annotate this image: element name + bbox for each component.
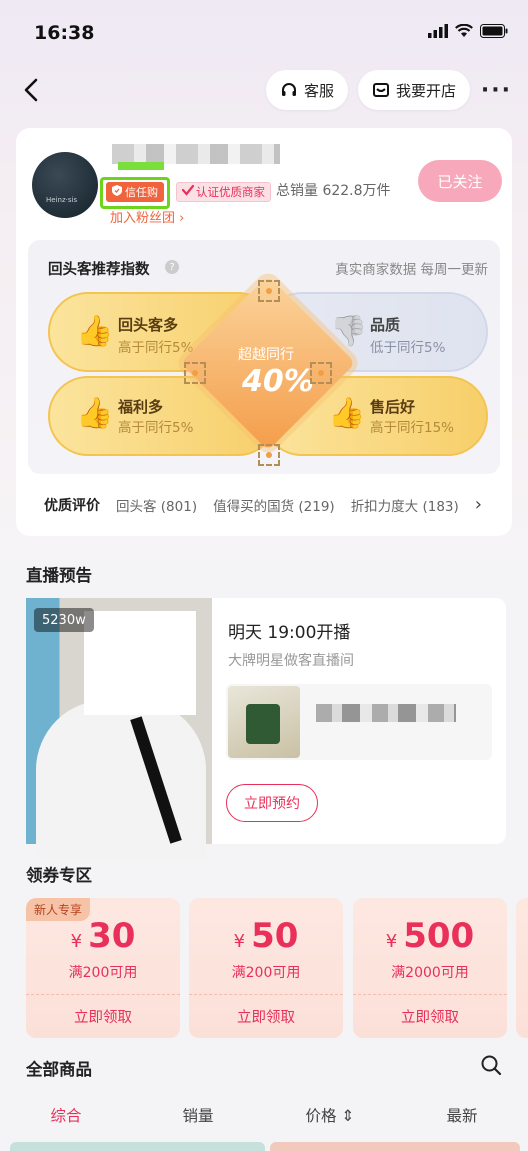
- follow-button[interactable]: 已关注: [418, 160, 502, 202]
- total-sales: 总销量 622.8万件: [276, 183, 391, 199]
- corner-bracket-icon: [258, 444, 280, 466]
- metric-label: 福利多: [118, 398, 164, 416]
- highlight-mark: [118, 162, 164, 170]
- currency-symbol: ¥: [385, 931, 398, 952]
- open-store-button[interactable]: 我要开店: [358, 70, 471, 110]
- thumbs-up-icon: 👍: [76, 396, 114, 431]
- shield-icon: [112, 185, 122, 199]
- tab-price[interactable]: 价格 ⇕: [264, 1104, 396, 1134]
- customer-service-label: 客服: [304, 81, 335, 100]
- coupon-section-title: 领券专区: [26, 866, 92, 885]
- certified-badge[interactable]: 认证优质商家: [176, 182, 271, 202]
- goods-sort-tabs: 综合 销量 价格 ⇕ 最新: [0, 1104, 528, 1134]
- currency-symbol: ¥: [70, 931, 83, 952]
- metric-label: 售后好: [370, 398, 416, 416]
- reserve-button[interactable]: 立即预约: [226, 784, 318, 822]
- coupon-value: 500: [403, 916, 475, 956]
- review-tags-row[interactable]: 优质评价 回头客 (801) 值得买的国货 (219) 折扣力度大 (183) …: [44, 494, 482, 515]
- currency-symbol: ¥: [233, 931, 246, 952]
- index-title: 回头客推荐指数: [48, 262, 150, 278]
- coupon-card[interactable]: 新人专享 ¥30 满200可用 立即领取: [26, 898, 180, 1038]
- coupon-value: 50: [251, 916, 299, 956]
- coupon-amount: ¥500: [353, 916, 507, 956]
- more-icon[interactable]: ···: [481, 78, 512, 103]
- review-lead: 优质评价: [44, 497, 100, 514]
- corner-bracket-icon: [258, 280, 280, 302]
- check-icon: [181, 184, 195, 199]
- claim-coupon-button[interactable]: 立即领取: [353, 1006, 507, 1027]
- trust-badge[interactable]: 信任购: [106, 182, 164, 202]
- live-description: 大牌明星做客直播间: [228, 653, 354, 669]
- search-icon[interactable]: [480, 1054, 502, 1080]
- certified-badge-label: 认证优质商家: [196, 185, 265, 199]
- metric-label: 回头客多: [118, 316, 179, 334]
- avatar-logo-text: Heinz·sis: [46, 196, 78, 204]
- product-card-preview[interactable]: [10, 1142, 265, 1151]
- back-button[interactable]: [18, 74, 48, 106]
- review-tag[interactable]: 回头客 (801): [116, 495, 197, 515]
- chevron-right-icon[interactable]: ›: [475, 494, 482, 515]
- viewer-count-badge: 5230w: [34, 608, 94, 632]
- coupon-amount: ¥30: [26, 916, 180, 956]
- status-icons: [428, 24, 508, 38]
- headset-icon: [282, 83, 296, 96]
- review-tag[interactable]: 值得买的国货 (219): [213, 495, 335, 515]
- signal-icon: [428, 24, 448, 38]
- coupon-condition: 满200可用: [231, 965, 301, 981]
- metric-sub: 低于同行5%: [370, 340, 446, 356]
- review-tag[interactable]: 折扣力度大 (183): [351, 495, 459, 515]
- back-arrow-icon: [24, 78, 38, 102]
- tab-sales[interactable]: 销量: [132, 1104, 264, 1134]
- coupon-condition: 满2000可用: [391, 965, 469, 981]
- metric-sub: 高于同行5%: [118, 420, 194, 436]
- store-name-redacted: [112, 144, 280, 164]
- tab-comprehensive[interactable]: 综合: [0, 1104, 132, 1134]
- claim-coupon-button[interactable]: 立即领取: [26, 1006, 180, 1027]
- index-note: 真实商家数据 每周一更新: [335, 262, 488, 278]
- open-store-label: 我要开店: [396, 81, 457, 100]
- corner-bracket-icon: [184, 362, 206, 384]
- coupon-condition: 满200可用: [68, 965, 138, 981]
- customer-service-button[interactable]: 客服: [266, 70, 349, 110]
- coupon-amount: ¥50: [189, 916, 343, 956]
- live-section-title: 直播预告: [26, 566, 92, 585]
- tab-newest[interactable]: 最新: [396, 1104, 528, 1134]
- index-center-value: 40%: [242, 364, 314, 399]
- live-cover-redacted: [84, 611, 196, 715]
- metric-label: 品质: [370, 316, 401, 334]
- join-fans-link[interactable]: 加入粉丝团 ›: [110, 207, 184, 226]
- store-icon: [373, 83, 389, 97]
- product-jar: [246, 704, 280, 744]
- store-avatar[interactable]: [32, 152, 98, 218]
- product-card-preview[interactable]: [270, 1142, 520, 1151]
- status-time: 16:38: [34, 22, 95, 44]
- live-start-time: 明天 19:00开播: [228, 623, 351, 643]
- coupon-card-partial[interactable]: [516, 898, 528, 1038]
- coupon-card[interactable]: ¥50 满200可用 立即领取: [189, 898, 343, 1038]
- coupon-value: 30: [88, 916, 136, 956]
- coupon-card[interactable]: ¥500 满2000可用 立即领取: [353, 898, 507, 1038]
- all-goods-title: 全部商品: [26, 1060, 92, 1079]
- metric-sub: 高于同行5%: [118, 340, 194, 356]
- wifi-icon: [455, 24, 473, 37]
- battery-icon: [480, 24, 508, 38]
- corner-bracket-icon: [310, 362, 332, 384]
- claim-coupon-button[interactable]: 立即领取: [189, 1006, 343, 1027]
- thumbs-up-icon: 👍: [328, 396, 366, 431]
- index-center-label: 超越同行: [238, 347, 294, 363]
- trust-badge-label: 信任购: [125, 186, 158, 199]
- product-name-redacted: [316, 704, 456, 722]
- help-icon[interactable]: ?: [165, 260, 179, 274]
- metric-sub: 高于同行15%: [370, 420, 455, 436]
- thumbs-up-icon: 👍: [76, 314, 114, 349]
